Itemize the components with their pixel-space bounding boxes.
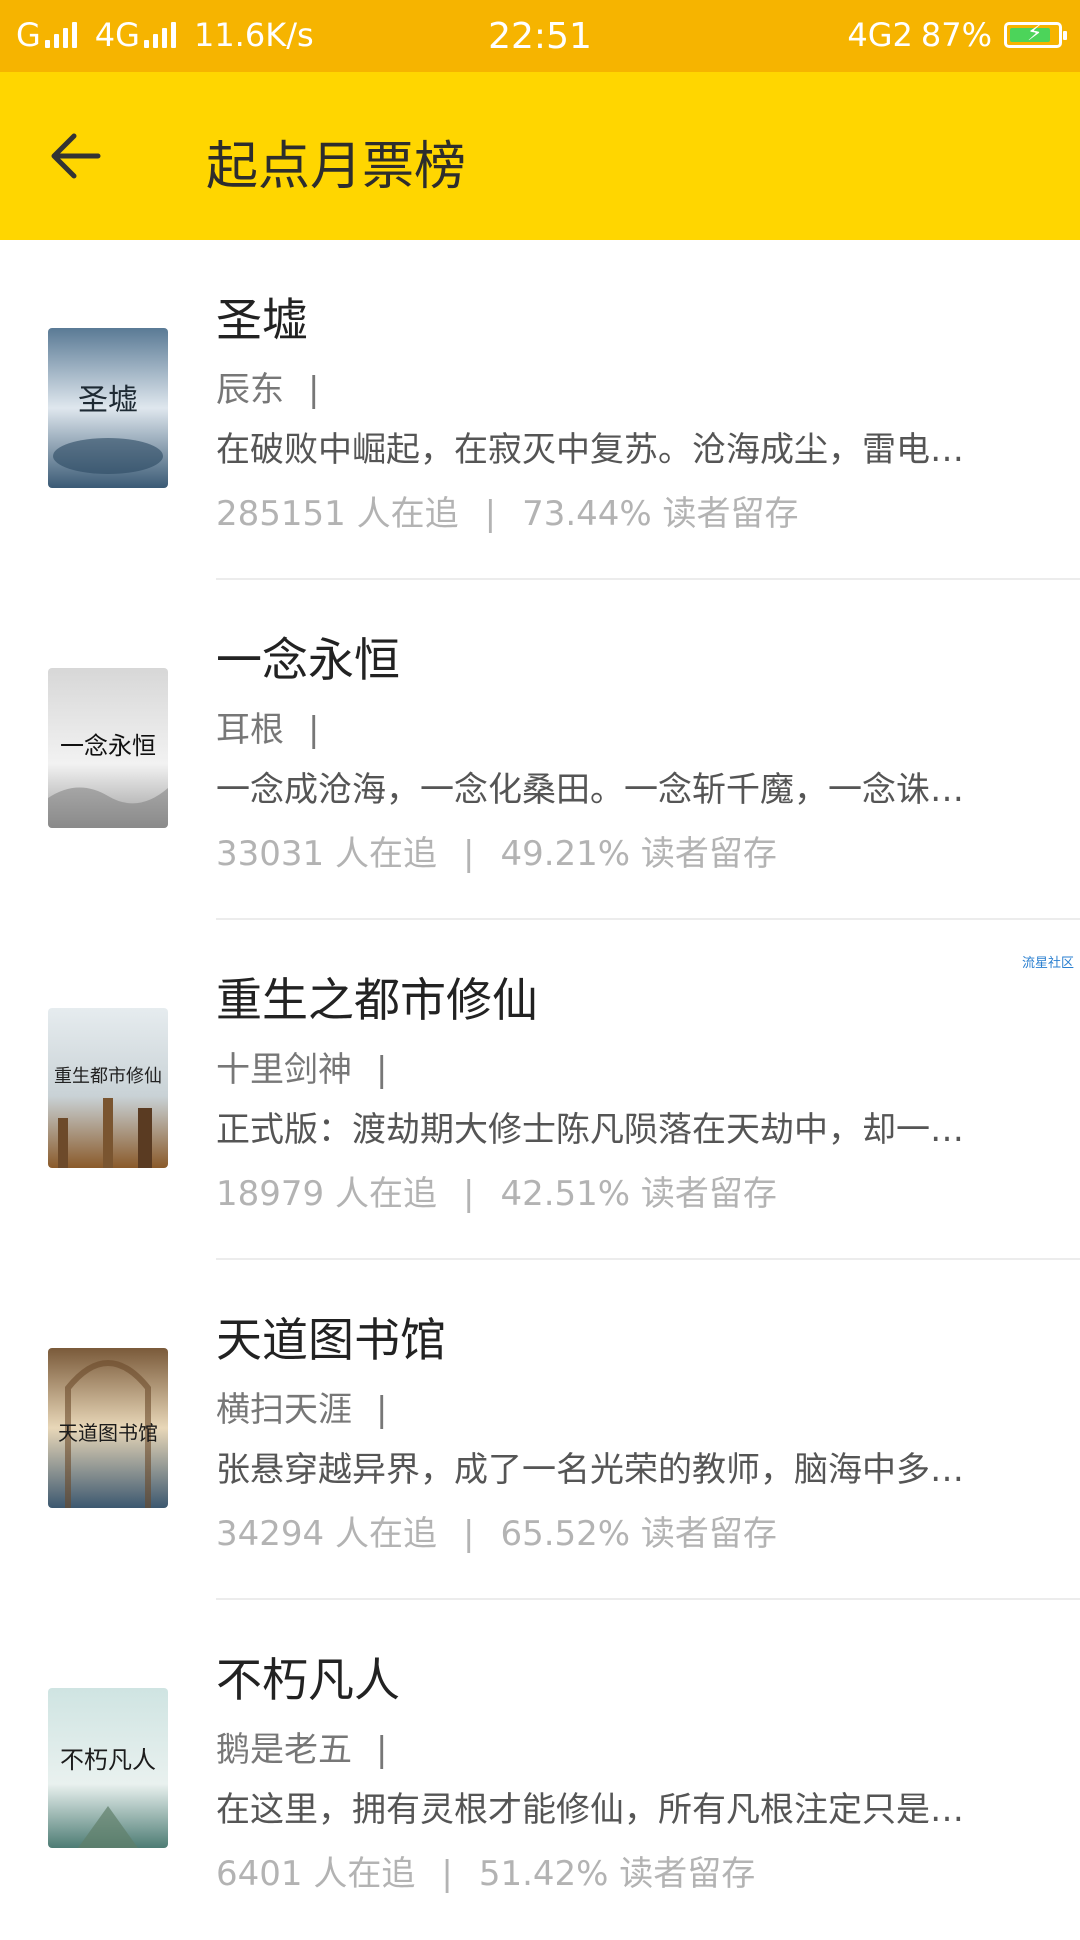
followers-count: 18979 人在追 xyxy=(216,1174,437,1214)
author-line: 横扫天涯 | xyxy=(216,1382,387,1431)
cover-title-0: 圣墟 xyxy=(78,383,138,418)
book-description: 一念成沧海，一念化桑田。一念斩千魔，一念诛… xyxy=(216,770,964,810)
cover-image: 圣墟 xyxy=(48,328,168,488)
book-cover[interactable]: 不朽凡人 xyxy=(48,1688,168,1848)
book-author[interactable]: 横扫天涯 xyxy=(216,1390,352,1430)
cover-image: 一念永恒 xyxy=(48,668,168,828)
author-separator: | xyxy=(376,1390,388,1430)
book-stats: 33031 人在追 | 49.21% 读者留存 xyxy=(216,826,777,875)
book-author[interactable]: 耳根 xyxy=(216,710,284,750)
network-right-label: 4G2 xyxy=(847,16,913,54)
book-item[interactable]: 一念永恒 一念永恒 耳根 | 一念成沧海，一念化桑田。一念斩千魔，一念诛… 330… xyxy=(0,580,1080,920)
app-bar: 起点月票榜 xyxy=(0,72,1080,240)
book-description: 正式版：渡劫期大修士陈凡陨落在天劫中，却一… xyxy=(216,1110,964,1150)
book-title[interactable]: 一念永恒 xyxy=(216,624,400,690)
author-separator: | xyxy=(376,1050,388,1090)
arrow-left-icon xyxy=(51,133,101,179)
book-cover[interactable]: 天道图书馆 xyxy=(48,1348,168,1508)
followers-count: 6401 人在追 xyxy=(216,1854,416,1894)
book-title[interactable]: 不朽凡人 xyxy=(216,1644,400,1710)
retention-rate: 65.52% 读者留存 xyxy=(500,1514,777,1554)
back-button[interactable] xyxy=(40,116,120,196)
book-item[interactable]: 圣墟 圣墟 辰东 | 在破败中崛起，在寂灭中复苏。沧海成尘，雷电… 285151 … xyxy=(0,240,1080,580)
book-title[interactable]: 重生之都市修仙 xyxy=(216,964,538,1030)
charging-icon: ⚡ xyxy=(1027,21,1043,46)
followers-count: 285151 人在追 xyxy=(216,494,459,534)
followers-count: 33031 人在追 xyxy=(216,834,437,874)
watermark-text: 流星社区 xyxy=(1021,956,1074,971)
author-line: 十里剑神 | xyxy=(216,1042,387,1091)
retention-rate: 49.21% 读者留存 xyxy=(500,834,777,874)
battery-icon: ⚡ xyxy=(1004,21,1067,48)
book-item[interactable]: 重生都市修仙 重生之都市修仙 十里剑神 | 正式版：渡劫期大修士陈凡陨落在天劫中，… xyxy=(0,920,1080,1260)
book-cover[interactable]: 一念永恒 xyxy=(48,668,168,828)
book-author[interactable]: 辰东 xyxy=(216,370,284,410)
cover-title-4: 不朽凡人 xyxy=(60,1746,156,1774)
retention-rate: 73.44% 读者留存 xyxy=(522,494,799,534)
status-bar: G 4G 11.6K/s 22:51 4G2 87% ⚡ xyxy=(0,0,1080,72)
book-title[interactable]: 圣墟 xyxy=(216,284,308,350)
cover-image: 重生都市修仙 xyxy=(48,1008,168,1168)
author-separator: | xyxy=(308,710,320,750)
book-stats: 285151 人在追 | 73.44% 读者留存 xyxy=(216,486,799,535)
author-line: 耳根 | xyxy=(216,702,319,751)
stats-separator: | xyxy=(462,1174,475,1214)
status-right: 4G2 87% ⚡ xyxy=(847,16,1067,54)
book-list: 圣墟 圣墟 辰东 | 在破败中崛起，在寂灭中复苏。沧海成尘，雷电… 285151 … xyxy=(0,240,1080,1940)
book-cover[interactable]: 重生都市修仙 xyxy=(48,1008,168,1168)
followers-count: 34294 人在追 xyxy=(216,1514,437,1554)
cover-image: 不朽凡人 xyxy=(48,1688,168,1848)
cover-title-3: 天道图书馆 xyxy=(58,1421,158,1445)
cover-title-1: 一念永恒 xyxy=(60,732,156,760)
book-item[interactable]: 天道图书馆 天道图书馆 横扫天涯 | 张悬穿越异界，成了一名光荣的教师，脑海中多…… xyxy=(0,1260,1080,1600)
book-stats: 18979 人在追 | 42.51% 读者留存 xyxy=(216,1166,777,1215)
author-separator: | xyxy=(308,370,320,410)
book-item[interactable]: 不朽凡人 不朽凡人 鹅是老五 | 在这里，拥有灵根才能修仙，所有凡根注定只是… 6… xyxy=(0,1600,1080,1940)
author-line: 鹅是老五 | xyxy=(216,1722,387,1771)
book-cover[interactable]: 圣墟 xyxy=(48,328,168,488)
book-description: 在这里，拥有灵根才能修仙，所有凡根注定只是… xyxy=(216,1790,964,1830)
book-author[interactable]: 鹅是老五 xyxy=(216,1730,352,1770)
battery-percent: 87% xyxy=(920,16,992,54)
battery-cap xyxy=(1063,31,1067,40)
cover-image: 天道图书馆 xyxy=(48,1348,168,1508)
stats-separator: | xyxy=(462,834,475,874)
cover-title-2: 重生都市修仙 xyxy=(54,1066,162,1087)
page-title: 起点月票榜 xyxy=(206,137,467,197)
book-title[interactable]: 天道图书馆 xyxy=(216,1304,446,1370)
book-author[interactable]: 十里剑神 xyxy=(216,1050,352,1090)
author-line: 辰东 | xyxy=(216,362,319,411)
stats-separator: | xyxy=(441,1854,453,1894)
stats-separator: | xyxy=(484,494,497,534)
book-stats: 34294 人在追 | 65.52% 读者留存 xyxy=(216,1506,777,1555)
book-description: 张悬穿越异界，成了一名光荣的教师，脑海中多… xyxy=(216,1450,964,1490)
stats-separator: | xyxy=(462,1514,475,1554)
retention-rate: 42.51% 读者留存 xyxy=(500,1174,777,1214)
book-description: 在破败中崛起，在寂灭中复苏。沧海成尘，雷电… xyxy=(216,430,964,470)
retention-rate: 51.42% 读者留存 xyxy=(478,1854,756,1894)
author-separator: | xyxy=(376,1730,388,1770)
book-stats: 6401 人在追 | 51.42% 读者留存 xyxy=(216,1846,755,1895)
